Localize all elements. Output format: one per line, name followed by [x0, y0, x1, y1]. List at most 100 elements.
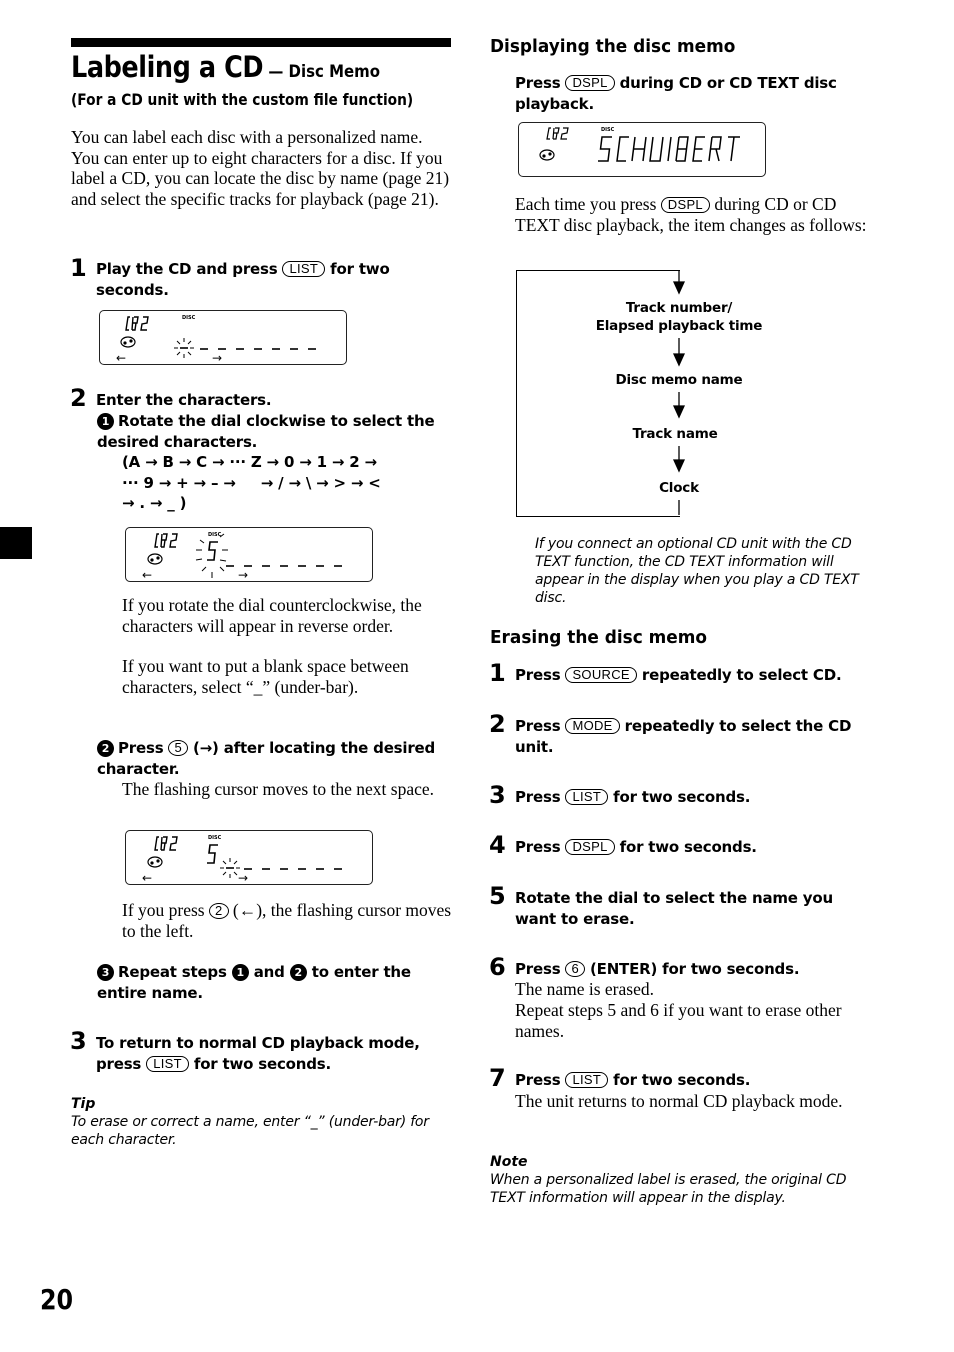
erase-step-7: Press LIST for two seconds. — [515, 1071, 751, 1089]
source-key: SOURCE — [565, 667, 637, 683]
disc-indicator: DISC — [208, 835, 222, 841]
erase-step-1: Press SOURCE repeatedly to select CD. — [515, 666, 842, 684]
down-arrow-icon — [672, 459, 686, 473]
lcd-display-step2b: DISC ← → — [125, 830, 373, 885]
display-instruction: Press DSPL during CD or CD TEXT disc pla… — [515, 74, 837, 113]
dspl-key: DSPL — [565, 75, 615, 91]
circled-number: 2 — [289, 964, 307, 981]
erasing-heading: Erasing the disc memo — [490, 627, 708, 648]
dspl-key: DSPL — [565, 839, 615, 855]
flashing-cursor-icon — [174, 338, 194, 358]
flashing-character-icon — [195, 533, 228, 578]
disc-icon — [120, 336, 136, 348]
down-arrow-icon — [672, 281, 686, 295]
mode-key: MODE — [565, 718, 620, 734]
note-heading: Note — [490, 1154, 528, 1170]
right-arrow-icon: → — [238, 871, 248, 884]
dspl-key: DSPL — [660, 197, 710, 213]
step-number: 1 — [70, 254, 87, 282]
blank-space-note: If you want to put a blank space between… — [122, 656, 409, 697]
erase-step-6: Press 6 (ENTER) for two seconds. — [515, 960, 800, 978]
list-key: LIST — [282, 261, 326, 277]
left-arrow-icon: ← — [142, 871, 152, 884]
cursor-left-note: If you press 2 (←), the flashing cursor … — [122, 900, 452, 941]
lcd-graphic: DISC ← → — [142, 835, 342, 884]
title-rule — [71, 38, 451, 47]
page-number: 20 — [40, 1283, 74, 1316]
step-2-heading: Enter the characters. — [96, 391, 272, 409]
erase-step-5: Rotate the dial to select the name you w… — [515, 889, 833, 928]
erase-step-6-desc1: The name is erased. — [515, 979, 654, 999]
list-key: LIST — [565, 1072, 609, 1088]
step-number: 3 — [489, 781, 506, 809]
lcd-graphic: DISC — [539, 127, 740, 162]
step-1-text: Play the CD and press LIST for two secon… — [96, 260, 390, 299]
lcd-display-step2a: DISC ← → — [125, 527, 373, 582]
list-key: LIST — [146, 1055, 189, 1072]
character-s — [207, 844, 218, 864]
each-time-text: Each time you press DSPL during CD or CD… — [515, 194, 867, 235]
tip-text: To erase or correct a name, enter “_” (u… — [71, 1114, 429, 1148]
note-text: When a personalized label is erased, the… — [490, 1172, 847, 1206]
flow-item-track-number: Track number/ Elapsed playback time — [595, 300, 763, 334]
left-arrow-icon: ← — [116, 351, 126, 364]
step-2-sub1: 1 Rotate the dial clockwise to select the… — [97, 412, 435, 451]
list-key: LIST — [565, 789, 609, 805]
lcd-display-schubert: DISC — [518, 122, 766, 177]
disc-icon — [147, 553, 163, 565]
circled-number: 2 — [97, 740, 114, 757]
erase-step-7-desc: The unit returns to normal CD playback m… — [515, 1091, 843, 1111]
character-s — [207, 541, 218, 561]
memo-name-segments — [598, 136, 740, 162]
lcd-display-step1: DISC ← → — [99, 310, 347, 365]
title-sub: — Disc Memo — [263, 62, 380, 82]
flow-item-clock: Clock — [659, 480, 699, 496]
disc-indicator: DISC — [182, 315, 196, 321]
section-tab — [0, 527, 32, 559]
tip-heading: Tip — [71, 1096, 96, 1112]
key-2: 2 — [209, 903, 229, 919]
intro-paragraph: You can label each disc with a personali… — [71, 127, 450, 209]
step-2-sub3: 3 Repeat steps 1 and 2 to enter the entir… — [97, 963, 411, 1002]
step-number: 2 — [489, 710, 506, 738]
right-arrow-icon: → — [238, 568, 248, 581]
reverse-order-note: If you rotate the dial counterclockwise,… — [122, 595, 422, 636]
page-subtitle: (For a CD unit with the custom file func… — [71, 90, 414, 109]
step-2-sub2: 2 Press 5 (→) after locating the desired … — [97, 739, 436, 778]
step-number: 2 — [70, 384, 87, 412]
disc-indicator: DISC — [601, 127, 615, 133]
disc-indicator: DISC — [208, 532, 222, 538]
cd-text-note: If you connect an optional CD unit with … — [535, 536, 859, 606]
lcd-graphic: DISC ← → — [142, 532, 342, 581]
disc-icon — [147, 856, 163, 868]
disc-icon — [539, 149, 555, 161]
right-arrow-icon: → — [212, 351, 222, 364]
step-number: 1 — [489, 659, 506, 687]
lcd-graphic: DISC ← → — [116, 315, 316, 364]
step-number: 3 — [70, 1027, 87, 1055]
erase-step-6-desc2: Repeat steps 5 and 6 if you want to eras… — [515, 1000, 842, 1041]
displaying-heading: Displaying the disc memo — [490, 36, 736, 57]
step-number: 6 — [489, 953, 506, 981]
character-sequence: (A → B → C → ··· Z → 0 → 1 → 2 → ··· 9 → … — [122, 453, 381, 512]
title-main: Labeling a CD — [71, 50, 264, 84]
erase-step-2: Press MODE repeatedly to select the CD u… — [515, 717, 852, 756]
flashing-cursor-icon — [220, 858, 240, 878]
circled-number: 3 — [97, 964, 114, 981]
flow-item-disc-memo: Disc memo name — [615, 372, 743, 388]
left-arrow-icon: ← — [142, 568, 152, 581]
step-3-text: To return to normal CD playback mode, pr… — [96, 1034, 420, 1073]
key-5: 5 — [168, 740, 188, 756]
down-arrow-icon — [672, 353, 686, 367]
down-arrow-icon — [672, 405, 686, 419]
erase-step-3: Press LIST for two seconds. — [515, 788, 751, 806]
cursor-moves-text: The flashing cursor moves to the next sp… — [122, 779, 434, 799]
circled-number: 1 — [97, 413, 114, 430]
page-title: Labeling a CD — Disc Memo — [71, 50, 380, 84]
step-number: 5 — [489, 882, 506, 910]
step-number: 7 — [489, 1064, 506, 1092]
key-6: 6 — [565, 961, 585, 977]
step-number: 4 — [489, 831, 506, 859]
erase-step-4: Press DSPL for two seconds. — [515, 838, 757, 856]
circled-number: 1 — [231, 964, 249, 981]
